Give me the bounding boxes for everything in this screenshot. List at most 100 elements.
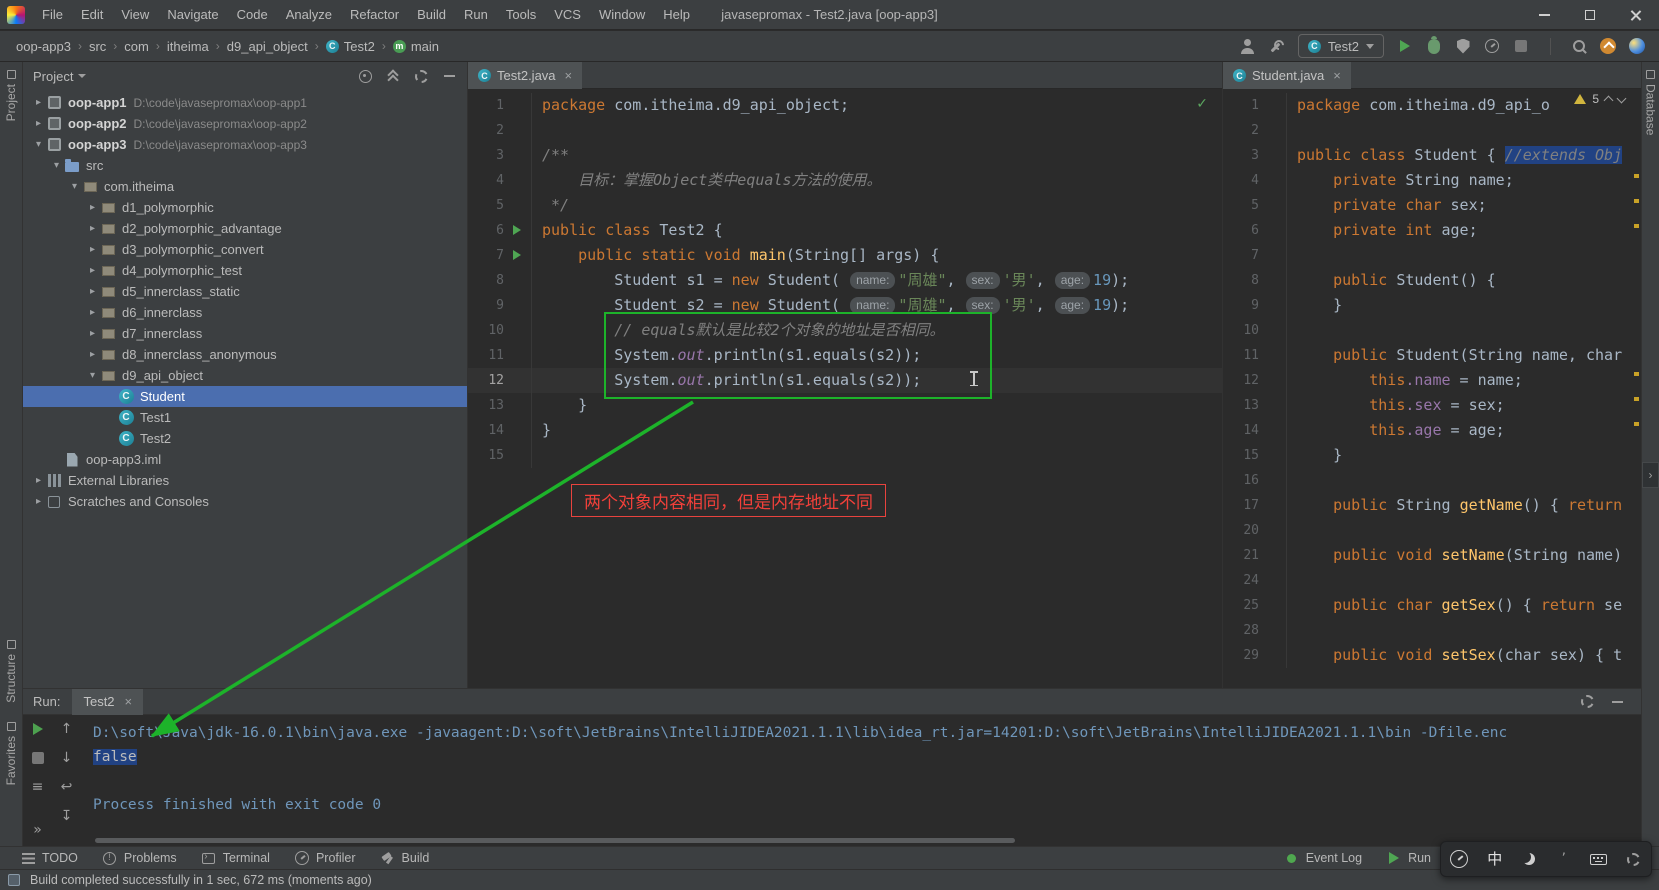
- chevron-right-icon[interactable]: ▸: [85, 265, 100, 276]
- code-line-8[interactable]: 8 public Student() {: [1223, 268, 1641, 293]
- profiler-icon[interactable]: [1484, 38, 1500, 54]
- menu-window[interactable]: Window: [590, 0, 654, 30]
- toolwindow-favorites-button[interactable]: Favorites: [0, 722, 22, 785]
- breadcrumb-oop-app3[interactable]: oop-app3: [14, 39, 73, 54]
- tree-item-d7-innerclass[interactable]: ▸ d7_innerclass: [23, 323, 467, 344]
- code-line-20[interactable]: 20: [1223, 518, 1641, 543]
- settings-gear-icon[interactable]: [413, 68, 429, 84]
- toolwindow-database-button[interactable]: Database: [1642, 70, 1659, 135]
- chevron-right-icon[interactable]: ▸: [85, 328, 100, 339]
- user-icon[interactable]: [1240, 38, 1256, 54]
- tree-item-external-libraries[interactable]: ▸ External Libraries: [23, 470, 467, 491]
- code-line-4[interactable]: 4 目标：掌握Object类中equals方法的使用。: [468, 168, 1222, 193]
- bottombar-terminal[interactable]: Terminal: [201, 850, 270, 866]
- breadcrumb-itheima[interactable]: itheima: [165, 39, 211, 54]
- keyboard-icon[interactable]: [1590, 851, 1608, 867]
- code-line-9[interactable]: 9 Student s2 = new Student( name: "周雄", s…: [468, 293, 1222, 318]
- tree-item-d1-polymorphic[interactable]: ▸ d1_polymorphic: [23, 197, 467, 218]
- pin-icon[interactable]: ≡: [30, 779, 46, 795]
- code-line-12[interactable]: 12 this.name = name;: [1223, 368, 1641, 393]
- chevron-down-icon[interactable]: ▾: [31, 139, 46, 150]
- code-line-13[interactable]: 13 this.sex = sex;: [1223, 393, 1641, 418]
- stop-icon[interactable]: [30, 750, 46, 766]
- toolwindow-structure-button[interactable]: Structure: [0, 640, 22, 703]
- tree-item-test2[interactable]: C Test2: [23, 428, 467, 449]
- chevron-right-icon[interactable]: ▸: [85, 244, 100, 255]
- prev-warning-icon[interactable]: [1603, 95, 1614, 106]
- more-icon[interactable]: »: [30, 822, 46, 838]
- tree-item-src[interactable]: ▾ src: [23, 155, 467, 176]
- menu-run[interactable]: Run: [455, 0, 497, 30]
- tree-item-d2-polymorphic-advantage[interactable]: ▸ d2_polymorphic_advantage: [23, 218, 467, 239]
- code-line-1[interactable]: 1 package com.itheima.d9_api_object;: [468, 93, 1222, 118]
- code-line-4[interactable]: 4 private String name;: [1223, 168, 1641, 193]
- project-panel-title[interactable]: Project: [33, 69, 87, 84]
- console-horizontal-scrollbar[interactable]: [95, 838, 1015, 843]
- code-line-29[interactable]: 29 public void setSex(char sex) { t: [1223, 643, 1641, 668]
- breadcrumb-src[interactable]: src: [87, 39, 108, 54]
- bottombar-profiler[interactable]: Profiler: [294, 850, 356, 866]
- build-hammer-icon[interactable]: [1269, 38, 1285, 54]
- run-line-icon[interactable]: [513, 250, 521, 260]
- code-line-11[interactable]: 11 System.out.println(s1.equals(s2));: [468, 343, 1222, 368]
- code-line-5[interactable]: 5 */: [468, 193, 1222, 218]
- tree-item-scratches-and-consoles[interactable]: ▸ Scratches and Consoles: [23, 491, 467, 512]
- bottombar-build[interactable]: Build: [380, 850, 430, 866]
- breadcrumb-test2[interactable]: C Test2: [324, 39, 377, 54]
- menu-refactor[interactable]: Refactor: [341, 0, 408, 30]
- code-line-15[interactable]: 15 }: [1223, 443, 1641, 468]
- tree-item-d8-innerclass-anonymous[interactable]: ▸ d8_innerclass_anonymous: [23, 344, 467, 365]
- scroll-end-icon[interactable]: ↧: [59, 808, 75, 824]
- halfwidth-moon-icon[interactable]: [1521, 851, 1537, 867]
- chevron-right-icon[interactable]: ▸: [85, 223, 100, 234]
- chevron-right-icon[interactable]: ▸: [31, 475, 46, 486]
- menu-analyze[interactable]: Analyze: [277, 0, 341, 30]
- tree-item-d4-polymorphic-test[interactable]: ▸ d4_polymorphic_test: [23, 260, 467, 281]
- code-line-12[interactable]: 12 System.out.println(s1.equals(s2));: [468, 368, 1222, 393]
- tree-item-d5-innerclass-static[interactable]: ▸ d5_innerclass_static: [23, 281, 467, 302]
- input-method-toolbar[interactable]: 中’: [1440, 841, 1652, 877]
- soft-wrap-icon[interactable]: ↩: [59, 779, 75, 795]
- code-line-14[interactable]: 14}: [468, 418, 1222, 443]
- code-area-test2[interactable]: 1 package com.itheima.d9_api_object; 2 3 /**…: [468, 89, 1222, 688]
- tree-item-oop-app2[interactable]: ▸ oop-app2 D:\code\javasepromax\oop-app2: [23, 113, 467, 134]
- code-line-11[interactable]: 11 public Student(String name, char: [1223, 343, 1641, 368]
- tree-item-d6-innerclass[interactable]: ▸ d6_innerclass: [23, 302, 467, 323]
- menu-code[interactable]: Code: [228, 0, 277, 30]
- chevron-down-icon[interactable]: ▾: [67, 181, 82, 192]
- chevron-right-icon[interactable]: ▸: [85, 202, 100, 213]
- tab-student-java[interactable]: C Student.java ×: [1223, 62, 1351, 89]
- maximize-button[interactable]: [1567, 0, 1613, 30]
- menu-build[interactable]: Build: [408, 0, 455, 30]
- close-tab-icon[interactable]: ×: [1333, 68, 1341, 83]
- bottombar-todo[interactable]: TODO: [20, 850, 78, 866]
- gradle-sphere-icon[interactable]: [1629, 38, 1645, 54]
- tree-item-d3-polymorphic-convert[interactable]: ▸ d3_polymorphic_convert: [23, 239, 467, 260]
- code-area-student[interactable]: 1 package com.itheima.d9_api_o 2 3 public cl…: [1223, 89, 1641, 688]
- code-line-10[interactable]: 10: [1223, 318, 1641, 343]
- breadcrumb-com[interactable]: com: [122, 39, 151, 54]
- code-line-6[interactable]: 6 private int age;: [1223, 218, 1641, 243]
- tree-item-com-itheima[interactable]: ▾ com.itheima: [23, 176, 467, 197]
- settings-wrench-icon[interactable]: [1626, 851, 1642, 867]
- code-line-13[interactable]: 13 }: [468, 393, 1222, 418]
- code-line-7[interactable]: 7 public static void main(String[] args)…: [468, 243, 1222, 268]
- menu-help[interactable]: Help: [654, 0, 699, 30]
- chevron-down-icon[interactable]: ▾: [85, 370, 100, 381]
- code-line-3[interactable]: 3 public class Student { //extends Obj: [1223, 143, 1641, 168]
- expand-toolwindow-chevron[interactable]: ›: [1642, 462, 1659, 488]
- console-output[interactable]: D:\soft\Java\jdk-16.0.1\bin\java.exe -ja…: [81, 715, 1641, 846]
- breadcrumb-d9_api_object[interactable]: d9_api_object: [225, 39, 310, 54]
- rerun-icon[interactable]: [30, 721, 46, 737]
- code-line-9[interactable]: 9 }: [1223, 293, 1641, 318]
- minimize-button[interactable]: [1521, 0, 1567, 30]
- hide-icon[interactable]: [441, 68, 457, 84]
- menu-navigate[interactable]: Navigate: [158, 0, 227, 30]
- tree-item-d9-api-object[interactable]: ▾ d9_api_object: [23, 365, 467, 386]
- code-line-21[interactable]: 21 public void setName(String name): [1223, 543, 1641, 568]
- code-line-6[interactable]: 6 public class Test2 {: [468, 218, 1222, 243]
- chevron-right-icon[interactable]: ▸: [85, 307, 100, 318]
- collapse-all-icon[interactable]: [385, 68, 401, 84]
- code-line-17[interactable]: 17 public String getName() { return: [1223, 493, 1641, 518]
- bottombar-run[interactable]: Run: [1386, 850, 1431, 866]
